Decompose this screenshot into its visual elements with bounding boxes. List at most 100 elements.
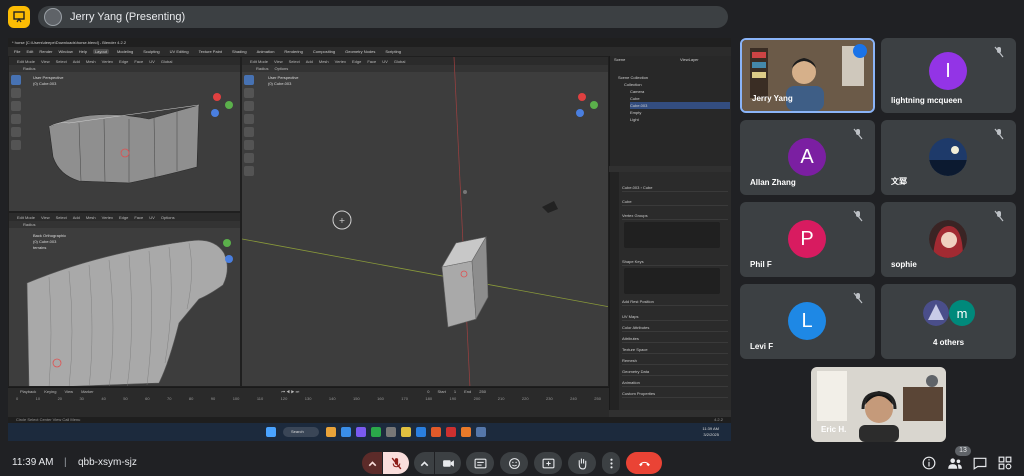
reactions-button[interactable] — [500, 452, 528, 474]
presentation-icon[interactable] — [8, 6, 30, 28]
taskbar-search[interactable]: Search — [283, 427, 319, 437]
panel-uv-maps[interactable]: UV Maps — [622, 313, 728, 321]
workspace-tab[interactable]: Layout — [92, 49, 109, 54]
outliner-row[interactable]: Collection — [624, 81, 724, 88]
timeline[interactable]: Playback Keying View Marker ⏮ ◀ ▶ ⏭ 0 St… — [8, 387, 609, 418]
panel-animation[interactable]: Animation — [622, 379, 728, 387]
blender-icon[interactable] — [461, 427, 471, 437]
video-settings-button[interactable] — [414, 452, 434, 474]
panel-color-attributes[interactable]: Color Attributes — [622, 324, 728, 332]
presenter-banner[interactable]: Jerry Yang (Presenting) — [38, 6, 728, 28]
self-view-options-icon[interactable] — [926, 375, 938, 387]
participant-tile-sophie[interactable]: sophie — [881, 202, 1016, 277]
outliner-row[interactable]: Light — [630, 116, 730, 123]
participant-tile-allan-zhang[interactable]: A Allan Zhang — [740, 120, 875, 195]
chrome-icon[interactable] — [326, 427, 336, 437]
start-menu-icon[interactable] — [266, 427, 276, 437]
shape-keys-list[interactable] — [624, 268, 720, 294]
workspace-tab[interactable]: Rendering — [282, 49, 304, 54]
panel-attributes[interactable]: Attributes — [622, 335, 728, 343]
participant-tile-levi-f[interactable]: L Levi F — [740, 284, 875, 359]
workspace-tab[interactable]: Sculpting — [141, 49, 161, 54]
menu-edit[interactable]: Edit — [26, 49, 33, 54]
current-frame-field[interactable]: 0 — [427, 389, 429, 394]
workspace-tab[interactable]: Texture Paint — [197, 49, 224, 54]
properties-panel[interactable]: Cube.003 › Cube Cube Vertex Groups Shape… — [609, 172, 731, 410]
menu-render[interactable]: Render — [39, 49, 52, 54]
self-view-tile[interactable]: Eric H. — [811, 367, 946, 442]
app-icon[interactable] — [416, 427, 426, 437]
outliner-row[interactable]: Camera — [630, 88, 730, 95]
panel-custom-properties[interactable]: Custom Properties — [622, 390, 728, 398]
mesh-datablock-field[interactable]: Cube — [622, 198, 728, 206]
separator: | — [64, 457, 67, 468]
timeline-ruler[interactable]: 0 10 20 30 40 50 60 70 80 90 100 110 120 130 140 150 160… — [8, 396, 609, 402]
start-frame-field[interactable]: 1 — [454, 389, 456, 394]
outliner-row-selected[interactable]: Cube.003 — [630, 102, 730, 109]
outliner[interactable]: Scene ViewLayer Scene Collection Collect… — [609, 56, 731, 166]
participant-tile-phil-f[interactable]: P Phil F — [740, 202, 875, 277]
people-button[interactable] — [947, 456, 963, 470]
viewport-bottom-left[interactable]: Edit Mode View Select Add Mesh Vertex Ed… — [8, 212, 241, 387]
workspace-tab[interactable]: Shading — [230, 49, 249, 54]
timeline-tick: 210 — [497, 396, 505, 401]
activities-button[interactable] — [998, 456, 1012, 470]
timeline-header: Playback Keying View Marker ⏮ ◀ ▶ ⏭ 0 St… — [8, 388, 609, 395]
workspace-tab[interactable]: Modeling — [115, 49, 135, 54]
workspace-tab[interactable]: Geometry Nodes — [343, 49, 377, 54]
outliner-row[interactable]: Scene Collection — [618, 74, 718, 81]
app-icon[interactable] — [476, 427, 486, 437]
end-frame-field[interactable]: 250 — [479, 389, 486, 394]
menu-window[interactable]: Window — [58, 49, 72, 54]
workspace-tab[interactable]: UV Editing — [168, 49, 191, 54]
participant-tile-others[interactable]: m 4 others — [881, 284, 1016, 359]
playback-controls[interactable]: ⏮ ◀ ▶ ⏭ — [282, 389, 300, 394]
timeline-tick: 240 — [570, 396, 577, 401]
raise-hand-button[interactable] — [568, 452, 596, 474]
outliner-row[interactable]: Cube — [630, 95, 730, 102]
participant-tile-lightning-mcqueen[interactable]: I lightning mcqueen — [881, 38, 1016, 113]
app-icon[interactable] — [446, 427, 456, 437]
meeting-code[interactable]: qbb-xsym-sjz — [78, 457, 137, 468]
participant-tile-wen-zhi[interactable]: 文郅 — [881, 120, 1016, 195]
workspace-tab[interactable]: Compositing — [311, 49, 337, 54]
panel-remesh[interactable]: Remesh — [622, 357, 728, 365]
menu-view[interactable]: View — [64, 389, 73, 394]
vertex-groups-list[interactable] — [624, 222, 720, 248]
file-explorer-icon[interactable] — [401, 427, 411, 437]
participant-tile-jerry-yang[interactable]: Jerry Yang — [740, 38, 875, 113]
outliner-row[interactable]: Empty — [630, 109, 730, 116]
add-rest-position-checkbox[interactable]: Add Rest Position — [622, 298, 728, 306]
more-options-button[interactable] — [602, 452, 620, 474]
chat-button[interactable] — [973, 456, 987, 470]
viewport-top-left[interactable]: Edit Mode View Select Add Mesh Vertex Ed… — [8, 56, 241, 212]
viewport-main[interactable]: Edit Mode View Select Add Mesh Vertex Ed… — [241, 56, 609, 387]
panel-texture-space[interactable]: Texture Space — [622, 346, 728, 354]
audio-settings-button[interactable] — [362, 452, 382, 474]
menu-help[interactable]: Help — [79, 49, 87, 54]
panel-geometry-data[interactable]: Geometry Data — [622, 368, 728, 376]
present-now-button[interactable] — [534, 452, 562, 474]
app-icon[interactable] — [431, 427, 441, 437]
leave-call-button[interactable] — [626, 452, 662, 474]
app-icon[interactable] — [386, 427, 396, 437]
menu-keying[interactable]: Keying — [44, 389, 56, 394]
menu-playback[interactable]: Playback — [20, 389, 36, 394]
menu-file[interactable]: File — [14, 49, 20, 54]
teams-icon[interactable] — [356, 427, 366, 437]
bottom-bar: 11:39 AM | qbb-xsym-sjz 13 — [0, 446, 1024, 476]
spotify-icon[interactable] — [371, 427, 381, 437]
timeline-tick: 80 — [188, 396, 194, 401]
edge-icon[interactable] — [341, 427, 351, 437]
workspace-tab[interactable]: Animation — [255, 49, 277, 54]
meeting-details-button[interactable] — [922, 456, 936, 470]
panel-shape-keys[interactable]: Shape Keys — [622, 258, 728, 266]
workspace-tab[interactable]: Scripting — [383, 49, 403, 54]
camera-toggle-button[interactable] — [435, 452, 461, 474]
microphone-toggle-button[interactable] — [383, 452, 409, 474]
panel-vertex-groups[interactable]: Vertex Groups — [622, 212, 728, 220]
taskbar-clock[interactable]: 11:39 AM 3/2/2025 — [702, 426, 719, 438]
menu-marker[interactable]: Marker — [81, 389, 93, 394]
view-layer-selector[interactable]: ViewLayer — [680, 56, 728, 63]
captions-button[interactable] — [466, 452, 494, 474]
